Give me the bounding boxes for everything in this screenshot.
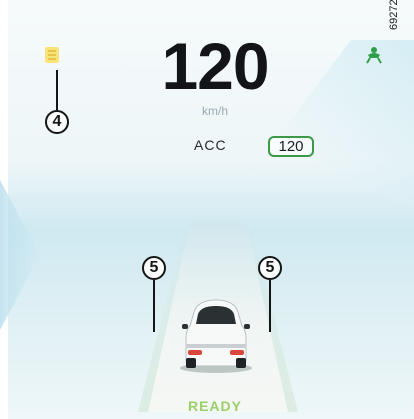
callout-5-right: 5: [258, 256, 282, 280]
acc-label: ACC: [194, 137, 227, 153]
driver-assist-icon: [366, 47, 382, 64]
adaptive-cruise-warning-icon: [45, 47, 59, 63]
light-reflection-left: [0, 180, 40, 330]
speed-unit: km/h: [201, 104, 228, 118]
callout-4: 4: [45, 110, 69, 134]
callout-5-left: 5: [142, 256, 166, 280]
callout-5-right-leader: [269, 280, 271, 332]
ready-indicator: READY: [187, 398, 242, 414]
callout-5-left-leader: [153, 280, 155, 332]
figure-number: 69272: [388, 0, 400, 30]
acc-set-speed-badge: 120: [268, 136, 314, 157]
callout-4-leader: [56, 70, 58, 112]
speed-readout: 120: [161, 29, 269, 103]
vehicle-icon: [180, 299, 252, 373]
instrument-cluster: 69272 120 km/h ACC 120 4 5 5 READY: [0, 0, 414, 419]
light-reflection-right: [274, 40, 414, 210]
